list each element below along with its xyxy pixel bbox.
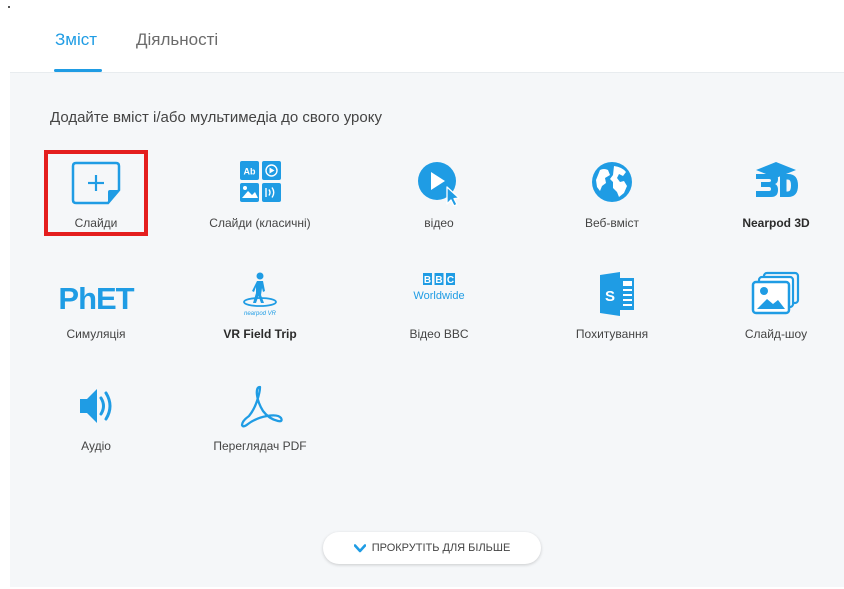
scroll-more-button[interactable]: ПРОКРУТІТЬ ДЛЯ БІЛЬШЕ xyxy=(323,532,541,564)
item-sway[interactable]: S Похитування xyxy=(547,261,677,351)
item-label: Слайди (класичні) xyxy=(209,216,311,230)
item-audio[interactable]: Аудіо xyxy=(31,373,161,463)
intro-text: Додайте вміст і/або мультимедіа до свого… xyxy=(50,109,382,126)
pdf-viewer-icon xyxy=(240,385,283,428)
item-simulation[interactable]: PhET Симуляція xyxy=(31,261,161,351)
add-slide-icon xyxy=(71,161,121,205)
item-label: VR Field Trip xyxy=(223,327,297,341)
content-panel: Додайте вміст і/або мультимедіа до свого… xyxy=(10,73,844,587)
vr-field-trip-icon: nearpod VR xyxy=(243,272,277,317)
tab-bar: Зміст Діяльності xyxy=(10,0,844,73)
item-label: Аудіо xyxy=(81,439,111,453)
svg-text:Ab: Ab xyxy=(244,167,256,177)
svg-text:Worldwide: Worldwide xyxy=(413,290,464,302)
item-nearpod-3d[interactable]: Nearpod 3D xyxy=(711,150,841,240)
item-label: Слайди xyxy=(74,216,118,230)
chevron-down-icon xyxy=(353,543,366,552)
item-pdf-viewer[interactable]: Переглядач PDF xyxy=(195,373,325,463)
item-label: відео xyxy=(424,216,454,230)
item-label: Похитування xyxy=(575,327,649,341)
item-web-content[interactable]: Веб-вміст xyxy=(547,150,677,240)
item-video[interactable]: відео xyxy=(374,150,504,240)
video-play-icon xyxy=(418,162,460,206)
item-slides[interactable]: Слайди xyxy=(31,150,161,240)
slideshow-icon xyxy=(751,271,800,315)
tab-activities[interactable]: Діяльності xyxy=(136,30,218,50)
svg-text:B: B xyxy=(424,275,431,286)
svg-text:PhET: PhET xyxy=(58,281,134,316)
phet-logo-icon: PhET xyxy=(58,281,135,316)
audio-speaker-icon xyxy=(80,389,112,423)
item-label: Відео BBC xyxy=(409,327,469,341)
item-label: Симуляція xyxy=(66,327,126,341)
item-classic-slides[interactable]: Ab Слайди (класичні) xyxy=(195,150,325,240)
item-vr-field-trip[interactable]: nearpod VR VR Field Trip xyxy=(195,261,325,351)
classic-slides-icon: Ab xyxy=(240,161,281,202)
item-bbc-video[interactable]: B B C Worldwide Відео BBC xyxy=(374,261,504,351)
tab-content[interactable]: Зміст xyxy=(55,30,97,50)
item-label: Nearpod 3D xyxy=(742,216,810,230)
svg-text:C: C xyxy=(447,275,454,286)
active-tab-indicator xyxy=(54,69,102,72)
item-slideshow[interactable]: Слайд-шоу xyxy=(711,261,841,351)
svg-text:nearpod VR: nearpod VR xyxy=(244,311,277,317)
sway-icon: S xyxy=(600,272,634,316)
nearpod-3d-icon xyxy=(756,162,798,197)
svg-text:B: B xyxy=(435,275,442,286)
svg-text:S: S xyxy=(605,288,615,305)
item-label: Веб-вміст xyxy=(584,216,640,230)
item-label: Переглядач PDF xyxy=(213,439,307,453)
bbc-worldwide-icon: B B C Worldwide xyxy=(413,273,465,302)
scroll-more-label: ПРОКРУТІТЬ ДЛЯ БІЛЬШЕ xyxy=(371,542,511,554)
globe-icon xyxy=(592,162,632,202)
item-label: Слайд-шоу xyxy=(744,327,808,341)
